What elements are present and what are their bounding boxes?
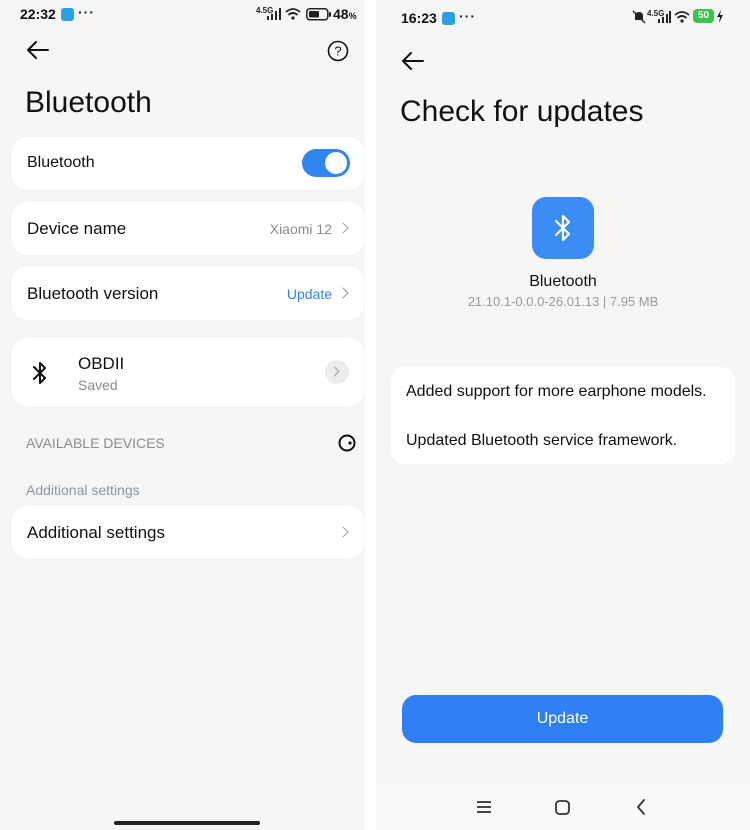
back-arrow-icon[interactable] [26, 40, 50, 60]
back-arrow-icon[interactable] [401, 51, 425, 71]
navigation-bar [376, 785, 750, 830]
home-indicator[interactable] [114, 821, 260, 825]
signal-icon [658, 11, 671, 23]
paired-device-row[interactable]: OBDII Saved [12, 338, 364, 406]
status-time: 16:23 [401, 10, 437, 26]
additional-settings-link[interactable]: Additional settings [26, 482, 140, 498]
device-status: Saved [78, 377, 118, 393]
svg-text:?: ? [334, 44, 341, 59]
bluetooth-version-row[interactable]: Bluetooth version Update [12, 267, 364, 320]
telegram-icon [442, 12, 455, 25]
bluetooth-switch[interactable] [302, 149, 350, 177]
wifi-icon [674, 11, 690, 23]
changelog-item: Added support for more earphone models. [406, 383, 707, 400]
additional-settings-row[interactable]: Additional settings [12, 506, 364, 558]
help-icon[interactable]: ? [327, 40, 349, 62]
device-name-value: Xiaomi 12 [269, 221, 332, 237]
chevron-right-icon [337, 526, 349, 538]
screenshot-divider [365, 0, 376, 830]
changelog-card: Added support for more earphone models. … [391, 367, 735, 464]
home-icon[interactable] [555, 800, 570, 815]
bluetooth-version-label: Bluetooth version [27, 284, 159, 303]
page-title: Bluetooth [25, 86, 152, 119]
page-title: Check for updates [400, 95, 644, 128]
charging-icon [717, 10, 723, 23]
app-name: Bluetooth [529, 273, 597, 290]
additional-settings-label: Additional settings [27, 523, 165, 542]
update-button[interactable]: Update [402, 695, 723, 743]
bluetooth-app-icon [532, 197, 594, 259]
chevron-right-icon [337, 222, 349, 234]
bluetooth-toggle-label: Bluetooth [27, 154, 95, 171]
device-name: OBDII [78, 354, 125, 373]
chevron-right-icon [337, 287, 349, 299]
device-details-button[interactable] [325, 360, 349, 384]
battery-icon: 50 [693, 9, 714, 23]
signal-icon [267, 8, 281, 20]
check-for-updates-screen: 16:23 ··· 4.5G 50 Check for updates Blue… [376, 0, 750, 830]
scanning-spinner-icon [338, 434, 356, 452]
status-time: 22:32 [20, 6, 56, 22]
wifi-icon [285, 8, 301, 20]
bluetooth-icon [554, 214, 571, 242]
more-notifications-icon: ··· [78, 4, 95, 20]
changelog-item: Updated Bluetooth service framework. [406, 432, 678, 449]
app-version-size: 21.10.1-0.0.0-26.01.13 | 7.95 MB [467, 294, 659, 309]
battery-level: 48% [333, 6, 357, 22]
muted-bell-icon [632, 10, 646, 24]
more-notifications-icon: ··· [459, 8, 476, 24]
switch-knob [325, 152, 347, 174]
battery-icon [306, 8, 331, 21]
bluetooth-version-update-link[interactable]: Update [287, 286, 332, 302]
menu-icon[interactable] [476, 800, 492, 814]
device-name-row[interactable]: Device name Xiaomi 12 [12, 202, 364, 255]
device-name-label: Device name [27, 219, 127, 238]
telegram-icon [61, 8, 74, 21]
back-icon[interactable] [636, 799, 646, 815]
bluetooth-toggle-row[interactable]: Bluetooth [12, 137, 364, 189]
chevron-right-icon [329, 366, 340, 377]
bluetooth-icon [33, 362, 46, 384]
available-devices-header: AVAILABLE DEVICES [26, 435, 165, 451]
bluetooth-settings-screen: 22:32 ··· 4.5G 48% ? Bluetooth Bluetooth… [0, 0, 376, 830]
